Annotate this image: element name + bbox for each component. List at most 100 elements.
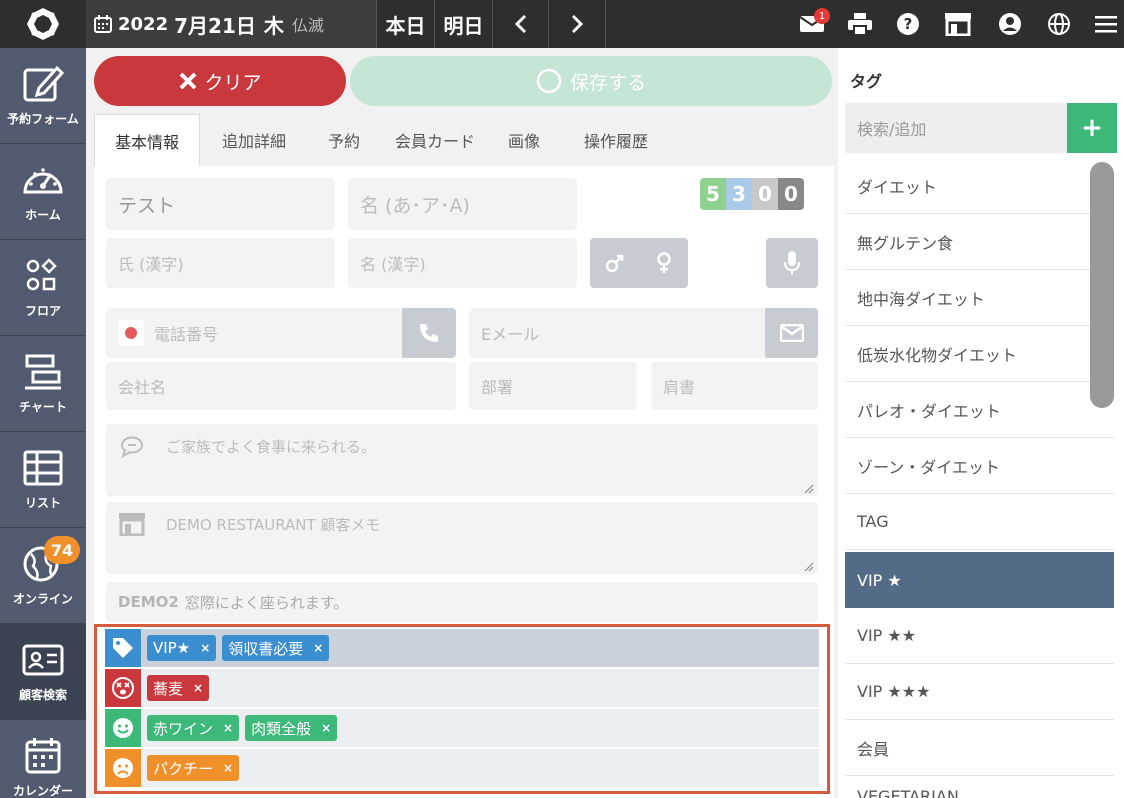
- list-icon: [23, 450, 63, 486]
- account-button[interactable]: [996, 10, 1024, 38]
- last-name-kana-input[interactable]: テスト: [106, 178, 335, 230]
- tag-list-item[interactable]: 低炭水化物ダイエット: [845, 326, 1114, 382]
- remove-tag-icon[interactable]: ×: [200, 641, 210, 655]
- remove-tag-icon[interactable]: ×: [193, 681, 203, 695]
- tag-list-item[interactable]: 会員: [845, 720, 1114, 776]
- sidebar-item-chart[interactable]: チャート: [0, 336, 86, 432]
- tab-member-card[interactable]: 会員カード: [390, 114, 480, 166]
- tag-chip[interactable]: 蕎麦 ×: [147, 675, 210, 701]
- store-button[interactable]: [944, 10, 972, 38]
- phone-input[interactable]: 電話番号: [106, 308, 402, 358]
- clear-button-label: クリア: [204, 71, 262, 94]
- last-name-kanji-input[interactable]: 氏 (漢字): [106, 238, 335, 288]
- today-button[interactable]: 本日: [376, 0, 434, 48]
- prev-day-button[interactable]: [492, 0, 548, 48]
- tag-search-input[interactable]: 検索/追加: [845, 103, 1067, 153]
- remove-tag-icon[interactable]: ×: [313, 641, 323, 655]
- department-input[interactable]: 部署: [469, 362, 637, 410]
- smile-face-icon: [113, 718, 133, 738]
- company-input[interactable]: 会社名: [106, 362, 456, 410]
- send-email-button[interactable]: [765, 308, 818, 358]
- email-input[interactable]: Eメール: [469, 308, 765, 358]
- mail-button[interactable]: 1: [798, 8, 830, 38]
- printer-icon: [848, 13, 872, 35]
- tag-chip[interactable]: 領収書必要 ×: [222, 635, 330, 661]
- print-button[interactable]: [846, 10, 874, 38]
- restaurant-memo-textarea[interactable]: DEMO RESTAURANT 顧客メモ: [106, 502, 818, 574]
- add-tag-button[interactable]: +: [1067, 103, 1117, 153]
- main-content: クリア 保存する 基本情報 追加詳細 予約 会員カード 画像 操作履歴 テスト …: [86, 48, 838, 798]
- demo2-field[interactable]: DEMO2 窓際によく座られます。: [106, 582, 818, 622]
- remove-tag-icon[interactable]: ×: [321, 721, 331, 735]
- demo2-label: DEMO2: [118, 593, 179, 611]
- sidebar-item-online[interactable]: 74 オンライン: [0, 528, 86, 624]
- tag-list-item[interactable]: VIP ★★: [845, 608, 1114, 664]
- first-name-kana-input[interactable]: 名 (あ･ア･A): [348, 178, 577, 230]
- note-textarea[interactable]: ご家族でよく食事に来られる。: [106, 424, 818, 496]
- help-icon: ?: [897, 13, 919, 35]
- help-button[interactable]: ?: [894, 10, 922, 38]
- tag-chip-label: 蕎麦: [153, 679, 184, 698]
- tag-list-item-selected[interactable]: VIP ★: [845, 552, 1114, 608]
- customer-tags-box: VIP★ × 領収書必要 × 蕎麦 × 赤ワイン × 肉類全般 × パクチー ×: [94, 624, 830, 794]
- hamburger-menu-icon: [1095, 16, 1117, 33]
- first-name-kanji-input[interactable]: 名 (漢字): [348, 238, 577, 288]
- sidebar-item-reservation-form[interactable]: 予約フォーム: [0, 48, 86, 144]
- tag-chip[interactable]: 肉類全般 ×: [245, 715, 338, 741]
- tag-list-item[interactable]: ダイエット: [845, 158, 1114, 214]
- tab-history[interactable]: 操作履歴: [568, 114, 664, 166]
- tab-additional-details[interactable]: 追加詳細: [204, 114, 304, 166]
- resize-handle-icon[interactable]: [804, 562, 814, 572]
- call-button[interactable]: [402, 308, 456, 358]
- tag-list-item[interactable]: VIP ★★★: [845, 664, 1114, 720]
- tag-list-item-label: VEGETARIAN: [857, 787, 959, 798]
- tag-list-item[interactable]: VEGETARIAN: [845, 776, 1114, 798]
- tag-list-item[interactable]: TAG: [845, 494, 1114, 550]
- tag-list-item[interactable]: パレオ・ダイエット: [845, 382, 1114, 438]
- counter-digit: 0: [752, 178, 778, 210]
- tag-chip[interactable]: パクチー ×: [147, 755, 240, 781]
- tag-chip-label: VIP★: [153, 639, 191, 657]
- male-icon: [605, 254, 624, 273]
- tomorrow-button[interactable]: 明日: [434, 0, 492, 48]
- tag-list-scrollbar[interactable]: [1090, 162, 1114, 408]
- speech-bubble-icon: [121, 436, 143, 458]
- remove-tag-icon[interactable]: ×: [223, 721, 233, 735]
- sidebar-item-floor[interactable]: フロア: [0, 240, 86, 336]
- japan-flag-icon: [125, 327, 137, 339]
- tag-row-icon: [105, 669, 141, 707]
- country-flag[interactable]: [118, 320, 144, 346]
- sidebar-item-label: 予約フォーム: [7, 112, 79, 126]
- sidebar-item-label: チャート: [19, 400, 67, 414]
- language-button[interactable]: [1045, 10, 1073, 38]
- tag-list-item[interactable]: ゾーン・ダイエット: [845, 438, 1114, 494]
- tag-chip[interactable]: 赤ワイン ×: [147, 715, 240, 741]
- tag-list-item[interactable]: 無グルテン食: [845, 214, 1114, 270]
- sidebar-item-customer-search[interactable]: 顧客検索: [0, 624, 86, 720]
- next-day-button[interactable]: [548, 0, 606, 48]
- save-button[interactable]: 保存する: [350, 56, 832, 106]
- tag-chip[interactable]: VIP★ ×: [147, 635, 217, 661]
- tag-list-item[interactable]: 地中海ダイエット: [845, 270, 1114, 326]
- sidebar-item-home[interactable]: ホーム: [0, 144, 86, 240]
- dizzy-face-icon: [112, 677, 134, 699]
- sidebar-item-calendar[interactable]: カレンダー: [0, 720, 86, 798]
- app-logo[interactable]: [0, 0, 86, 48]
- job-title-input[interactable]: 肩書: [651, 362, 818, 410]
- tag-panel-title: タグ: [850, 72, 883, 91]
- tab-images[interactable]: 画像: [494, 114, 554, 166]
- sidebar-item-label: フロア: [24, 304, 61, 318]
- tab-reservations[interactable]: 予約: [314, 114, 374, 166]
- counter-digit: 3: [726, 178, 752, 210]
- menu-button[interactable]: [1092, 10, 1120, 38]
- tab-basic-info[interactable]: 基本情報: [94, 114, 200, 166]
- resize-handle-icon[interactable]: [804, 484, 814, 494]
- male-button[interactable]: [590, 238, 640, 288]
- save-button-label: 保存する: [569, 71, 646, 94]
- female-button[interactable]: [640, 238, 688, 288]
- remove-tag-icon[interactable]: ×: [223, 761, 233, 775]
- clear-button[interactable]: クリア: [94, 56, 346, 106]
- sidebar-item-list[interactable]: リスト: [0, 432, 86, 528]
- date-selector[interactable]: 2022 7月21日 木 仏滅: [86, 0, 376, 48]
- voice-input-button[interactable]: [766, 238, 818, 288]
